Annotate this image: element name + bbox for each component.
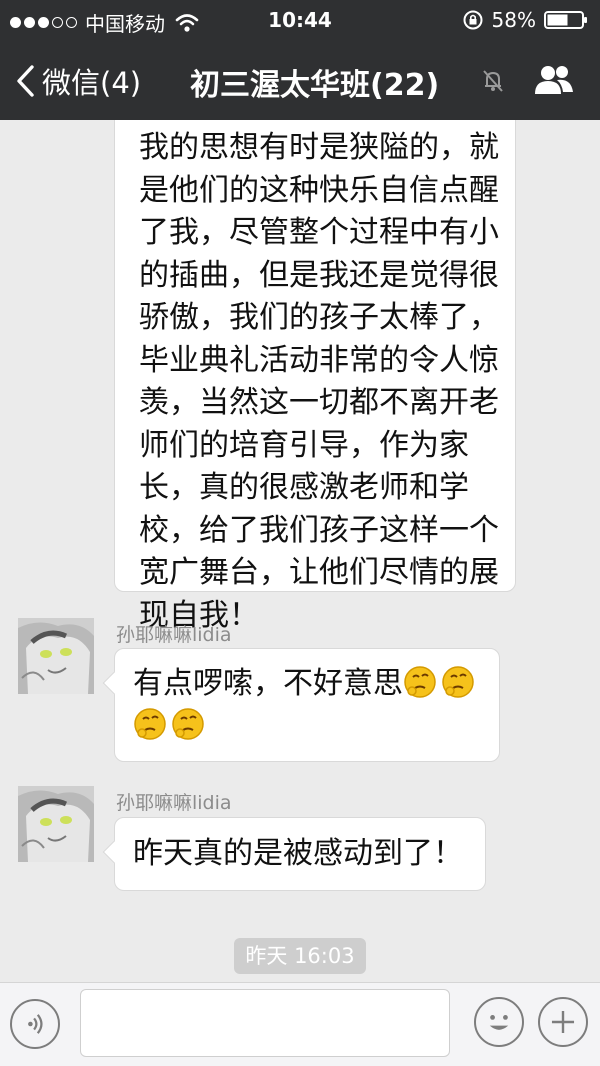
timestamp-badge: 昨天 16:03 [234, 938, 366, 974]
message-text-line: 是他们的这种快乐自信点醒 [139, 172, 499, 208]
battery-percent: 58% [491, 8, 536, 32]
lock-rotation-icon [463, 10, 483, 30]
message-text-line: 我的思想有时是狭隘的，就 [139, 130, 499, 165]
chat-area[interactable]: 我的思想有时是狭隘的，就 是他们的这种快乐自信点醒 了我，尽管整个过程中有小 的插曲，… [0, 120, 600, 982]
message-text: 昨天真的是被感动到了！ [133, 836, 463, 871]
status-bar: 中国移动 10:44 58% [0, 0, 600, 40]
message-text-line: 的插曲，但是我还是觉得很 [139, 257, 499, 293]
message-text-line: 长，真的很感激老师和学 [139, 470, 469, 505]
more-button[interactable] [538, 997, 588, 1047]
message-bubble[interactable]: 有点啰嗦，不好意思 [102, 648, 500, 762]
avatar[interactable] [18, 786, 94, 862]
bubble-tail [102, 671, 126, 695]
emoji-icon [489, 1015, 509, 1030]
back-label: 微信(4) [42, 66, 142, 100]
header: 中国移动 10:44 58% 微信(4) 初三渥太华班(22) [0, 0, 600, 120]
message-text-line: 师们的培育引导，作为家 [139, 427, 469, 463]
message-bubble[interactable]: 昨天真的是被感动到了！ [102, 817, 486, 891]
message-text-line: 骄傲，我们的孩子太棒了， [139, 300, 499, 335]
emoji-button[interactable] [474, 997, 524, 1047]
avatar-cat-image [18, 618, 94, 694]
message-text-line: 宽广舞台，让他们尽情的展 [139, 555, 499, 590]
message-text: 有点啰嗦，不好意思 [133, 666, 403, 701]
status-right: 58% [462, 8, 588, 32]
message-bubble-long[interactable]: 我的思想有时是狭隘的，就 是他们的这种快乐自信点醒 了我，尽管整个过程中有小 的插曲，… [114, 120, 516, 633]
avatar-cat-image [18, 786, 94, 862]
back-chevron-icon [17, 65, 34, 97]
sender-name: 孙耶嘛嘛lidia [116, 624, 232, 646]
voice-button[interactable] [10, 999, 60, 1049]
nav-bar: 微信(4) 初三渥太华班(22) [0, 40, 600, 120]
emoji-think-icon [172, 708, 204, 740]
emoji-think-icon [134, 708, 166, 740]
message-text-line: 毕业典礼活动非常的令人惊 [139, 342, 499, 378]
back-button[interactable]: 微信(4) [14, 60, 141, 102]
message-text-line: 羡，当然这一切都不离开老 [139, 385, 499, 420]
voice-icon [28, 1014, 43, 1034]
emoji-think-icon [442, 666, 474, 698]
input-bar [0, 982, 600, 1066]
chat-title: 初三渥太华班(22) [190, 68, 440, 103]
avatar[interactable] [18, 618, 94, 694]
group-icon[interactable] [530, 62, 576, 98]
message-text-line: 校，给了我们孩子这样一个 [139, 512, 499, 548]
plus-icon [551, 1010, 575, 1034]
bubble-tail [102, 840, 126, 864]
message-input[interactable] [80, 989, 450, 1057]
battery-icon [544, 11, 587, 29]
message-text-line: 了我，尽管整个过程中有小 [139, 215, 499, 250]
mute-icon [483, 70, 503, 92]
emoji-think-icon [404, 666, 436, 698]
sender-name: 孙耶嘛嘛lidia [116, 792, 232, 814]
